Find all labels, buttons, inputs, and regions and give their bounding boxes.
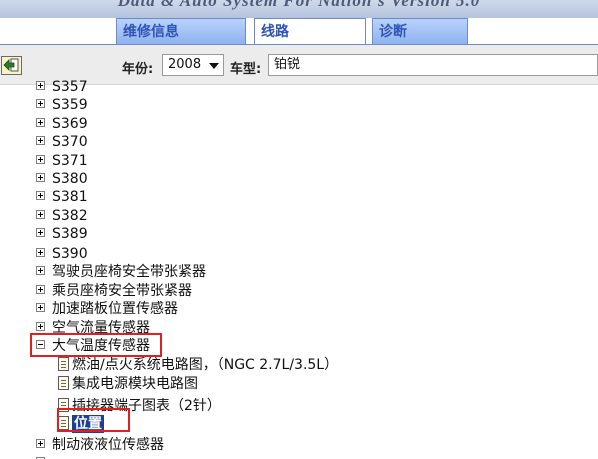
expand-icon[interactable]	[36, 210, 45, 219]
expand-icon[interactable]	[36, 136, 45, 145]
year-select[interactable]: 2008	[162, 54, 224, 76]
tab-bar: 维修信息 线路 诊断	[0, 18, 598, 45]
expand-icon[interactable]	[36, 439, 45, 448]
expand-icon[interactable]	[36, 322, 45, 331]
expand-icon[interactable]	[36, 191, 45, 200]
tree-node[interactable]: S371	[0, 152, 598, 170]
tree-node-clipped	[0, 454, 598, 459]
expand-icon[interactable]	[36, 99, 45, 108]
tree-node[interactable]: S359	[0, 96, 598, 114]
tree-leaf-label: 燃油/点火系统电路图，（NGC 2.7L/3.5L）	[72, 357, 339, 373]
tree-node[interactable]: 乘员座椅安全带张紧器	[0, 282, 598, 300]
tree-node[interactable]: S381	[0, 188, 598, 206]
expand-icon[interactable]	[36, 81, 45, 90]
tree-node-label: S357	[52, 79, 88, 95]
tree-node-label: 乘员座椅安全带张紧器	[52, 283, 192, 299]
year-label: 年份:	[122, 62, 154, 77]
chevron-down-icon	[209, 63, 219, 69]
tree-node-label: S380	[52, 171, 88, 187]
tree-node[interactable]: 驾驶员座椅安全带张紧器	[0, 263, 598, 281]
tree-node[interactable]: 制动液液位传感器	[0, 436, 598, 454]
tree-node[interactable]: 加速踏板位置传感器	[0, 300, 598, 318]
expand-icon[interactable]	[36, 303, 45, 312]
tree-node[interactable]: S369	[0, 115, 598, 133]
tree-node-label: S359	[52, 97, 88, 113]
expand-icon[interactable]	[36, 173, 45, 182]
tree-node[interactable]: S382	[0, 207, 598, 225]
tree-node[interactable]: S380	[0, 170, 598, 188]
tree-node-label: 制动液液位传感器	[52, 437, 164, 453]
tree-node-label: S371	[52, 153, 88, 169]
highlight-box	[57, 408, 130, 432]
tab-diagnosis[interactable]: 诊断	[372, 18, 468, 44]
tree-leaf-label: 集成电源模块电路图	[72, 376, 198, 392]
tree-node-label: 驾驶员座椅安全带张紧器	[52, 264, 206, 280]
app-title: Data & Auto System For Nation's Version …	[117, 0, 481, 10]
tab-repair-info[interactable]: 维修信息	[116, 18, 246, 44]
expand-icon[interactable]	[36, 118, 45, 127]
tree-node-label: 加速踏板位置传感器	[52, 301, 178, 317]
expand-icon[interactable]	[36, 228, 45, 237]
tree-node-label: S389	[52, 226, 88, 242]
highlight-box	[30, 333, 162, 357]
document-icon	[58, 357, 69, 371]
document-icon	[58, 376, 69, 390]
tree-node[interactable]: S389	[0, 225, 598, 243]
tree-leaf[interactable]: 燃油/点火系统电路图，（NGC 2.7L/3.5L）	[0, 356, 598, 374]
tab-wiring[interactable]: 线路	[254, 18, 366, 44]
expand-icon[interactable]	[36, 155, 45, 164]
back-button[interactable]	[1, 56, 22, 75]
tree-node[interactable]: S370	[0, 133, 598, 151]
app-banner: Data & Auto System For Nation's Version …	[0, 0, 598, 18]
model-label: 车型:	[230, 62, 262, 77]
tree-node[interactable]: S357	[0, 78, 598, 96]
tree-node-label: S369	[52, 116, 88, 132]
year-value: 2008	[168, 57, 202, 72]
back-arrow-icon	[3, 58, 19, 72]
tree-node-label: S382	[52, 208, 88, 224]
model-input[interactable]: 铂锐	[268, 54, 598, 76]
tree-node-label: S370	[52, 134, 88, 150]
tree-node[interactable]: S390	[0, 245, 598, 263]
model-value: 铂锐	[274, 57, 301, 72]
tree-node-label: S390	[52, 246, 88, 262]
expand-icon[interactable]	[36, 266, 45, 275]
expand-icon[interactable]	[36, 248, 45, 257]
expand-icon[interactable]	[36, 285, 45, 294]
tree-leaf[interactable]: 集成电源模块电路图	[0, 375, 598, 393]
tree-node-label: S381	[52, 189, 88, 205]
